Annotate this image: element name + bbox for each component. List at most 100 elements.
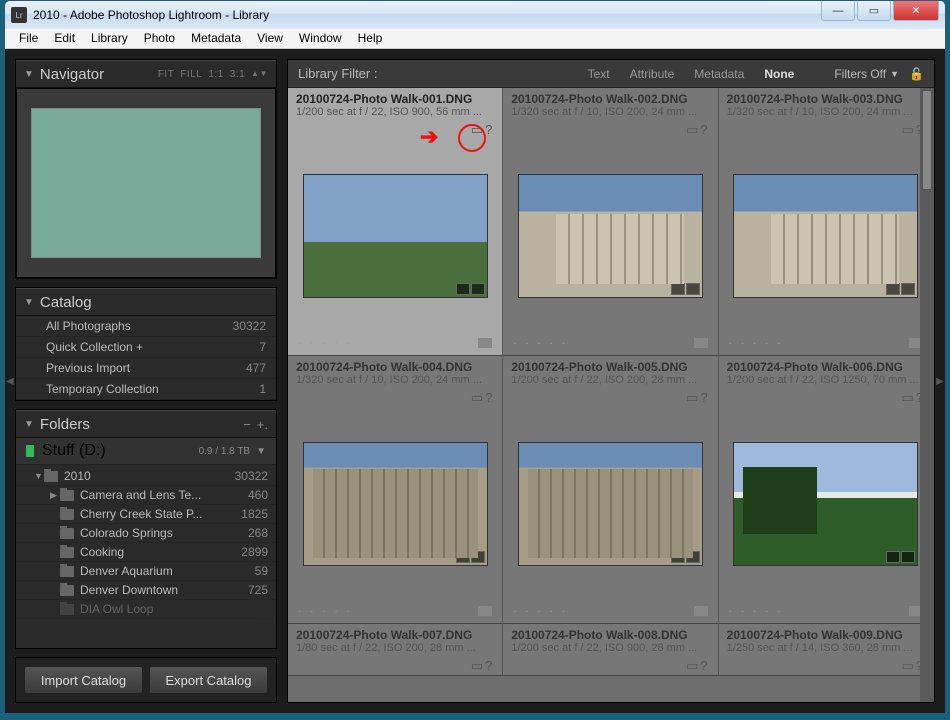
folders-header[interactable]: ▼ Folders − +.: [16, 410, 276, 438]
chevron-right-icon[interactable]: ▶: [50, 490, 60, 501]
metadata-unknown-icon[interactable]: ?: [485, 122, 492, 138]
navigator-preview[interactable]: [16, 88, 276, 278]
rating-dots[interactable]: · · · · ·: [729, 338, 784, 349]
metadata-unknown-icon[interactable]: ?: [485, 658, 492, 674]
window-close-button[interactable]: ✕: [893, 1, 939, 21]
filter-tab-text[interactable]: Text: [588, 67, 610, 81]
volume-capacity: 0.9 / 1.8 TB: [199, 446, 251, 457]
folder-item[interactable]: Denver Aquarium59: [16, 562, 276, 581]
metadata-status-icon[interactable]: ▭: [686, 658, 698, 674]
thumbnail-cell[interactable]: 20100724-Photo Walk-003.DNG1/320 sec at …: [719, 88, 934, 356]
rating-dots[interactable]: · · · · ·: [513, 606, 568, 617]
folder-root[interactable]: ▼ 201030322: [16, 467, 276, 486]
grid-scrollbar[interactable]: [920, 88, 934, 702]
volume-name: Stuff (D:): [42, 442, 106, 460]
menu-view[interactable]: View: [249, 29, 291, 48]
lock-icon[interactable]: 🔓: [909, 67, 924, 81]
thumbnail-image[interactable]: [518, 174, 703, 298]
thumbnail-cell[interactable]: 20100724-Photo Walk-002.DNG1/320 sec at …: [503, 88, 718, 356]
filter-tab-attribute[interactable]: Attribute: [630, 67, 675, 81]
menu-photo[interactable]: Photo: [136, 29, 183, 48]
thumbnail-image[interactable]: [733, 174, 918, 298]
color-label[interactable]: [694, 338, 708, 348]
folder-item[interactable]: Cherry Creek State P...1825: [16, 505, 276, 524]
catalog-item-all[interactable]: All Photographs30322: [16, 316, 276, 337]
metadata-status-icon[interactable]: ▭: [686, 390, 698, 406]
color-label[interactable]: [478, 338, 492, 348]
thumbnail-image[interactable]: [518, 442, 703, 566]
folder-item[interactable]: ▶Camera and Lens Te...460: [16, 486, 276, 505]
folder-remove-icon[interactable]: −: [243, 417, 251, 432]
nav-mode-1to1[interactable]: 1:1: [208, 69, 223, 80]
menu-window[interactable]: Window: [291, 29, 350, 48]
metadata-unknown-icon[interactable]: ?: [700, 122, 707, 138]
filter-label: Library Filter :: [298, 66, 377, 81]
right-panel-toggle[interactable]: ▶: [935, 357, 945, 405]
navigator-header[interactable]: ▼ Navigator FIT FILL 1:1 3:1 ▲▼: [16, 60, 276, 88]
thumbnail-filename: 20100724-Photo Walk-004.DNG: [296, 360, 494, 374]
folder-item[interactable]: DIA Owl Loop: [16, 600, 276, 619]
thumbnail-image[interactable]: [303, 174, 488, 298]
thumbnail-cell[interactable]: 20100724-Photo Walk-009.DNG1/250 sec at …: [719, 624, 934, 676]
export-catalog-button[interactable]: Export Catalog: [149, 666, 268, 694]
catalog-item-previous[interactable]: Previous Import477: [16, 358, 276, 379]
menu-file[interactable]: File: [11, 29, 46, 48]
filter-tab-none[interactable]: None: [764, 67, 794, 81]
folder-item[interactable]: Denver Downtown725: [16, 581, 276, 600]
volume-row[interactable]: Stuff (D:) 0.9 / 1.8 TB ▼: [16, 438, 276, 465]
rating-dots[interactable]: · · · · ·: [298, 606, 353, 617]
import-catalog-button[interactable]: Import Catalog: [24, 666, 143, 694]
folder-item[interactable]: Colorado Springs268: [16, 524, 276, 543]
nav-mode-3to1[interactable]: 3:1: [230, 69, 245, 80]
badge-icon: [671, 283, 685, 295]
metadata-unknown-icon[interactable]: ?: [700, 658, 707, 674]
window-minimize-button[interactable]: —: [821, 1, 855, 21]
folder-add-icon[interactable]: +.: [257, 417, 268, 432]
folder-icon: [60, 547, 74, 558]
folder-item[interactable]: Cooking2899: [16, 543, 276, 562]
nav-mode-fill[interactable]: FILL: [180, 69, 202, 80]
menu-library[interactable]: Library: [83, 29, 136, 48]
scrollbar-thumb[interactable]: [922, 90, 932, 190]
window-maximize-button[interactable]: ▭: [857, 1, 891, 21]
thumbnail-image[interactable]: [303, 442, 488, 566]
thumbnail-cell[interactable]: 20100724-Photo Walk-001.DNG1/200 sec at …: [288, 88, 503, 356]
nav-mode-fit[interactable]: FIT: [158, 69, 175, 80]
thumbnail-cell[interactable]: 20100724-Photo Walk-005.DNG1/200 sec at …: [503, 356, 718, 624]
catalog-item-quick[interactable]: Quick Collection +7: [16, 337, 276, 358]
metadata-unknown-icon[interactable]: ?: [700, 390, 707, 406]
thumbnail-cell[interactable]: 20100724-Photo Walk-006.DNG1/200 sec at …: [719, 356, 934, 624]
rating-dots[interactable]: · · · · ·: [729, 606, 784, 617]
menu-help[interactable]: Help: [350, 29, 391, 48]
metadata-status-icon[interactable]: ▭: [471, 658, 483, 674]
thumbnail-grid[interactable]: 20100724-Photo Walk-001.DNG1/200 sec at …: [288, 88, 934, 702]
menu-edit[interactable]: Edit: [46, 29, 83, 48]
metadata-status-icon[interactable]: ▭: [471, 122, 483, 138]
thumbnail-image[interactable]: [733, 442, 918, 566]
metadata-status-icon[interactable]: ▭: [901, 390, 913, 406]
rating-dots[interactable]: · · · · ·: [513, 338, 568, 349]
thumbnail-cell[interactable]: 20100724-Photo Walk-007.DNG1/80 sec at f…: [288, 624, 503, 676]
metadata-status-icon[interactable]: ▭: [471, 390, 483, 406]
menu-metadata[interactable]: Metadata: [183, 29, 249, 48]
thumbnail-cell[interactable]: 20100724-Photo Walk-004.DNG1/320 sec at …: [288, 356, 503, 624]
metadata-status-icon[interactable]: ▭: [901, 658, 913, 674]
thumbnail-cell[interactable]: 20100724-Photo Walk-008.DNG1/200 sec at …: [503, 624, 718, 676]
chevron-down-icon[interactable]: ▼: [256, 446, 266, 457]
rating-dots[interactable]: · · · · ·: [298, 338, 353, 349]
chevron-down-icon[interactable]: ▼: [34, 471, 44, 481]
filters-off-toggle[interactable]: Filters Off ▼: [834, 67, 899, 81]
metadata-status-icon[interactable]: ▭: [901, 122, 913, 138]
badge-icon: [471, 551, 485, 563]
chevron-expand-icon[interactable]: ▲▼: [251, 69, 268, 80]
metadata-unknown-icon[interactable]: ?: [485, 390, 492, 406]
color-label[interactable]: [478, 606, 492, 616]
window-title: 2010 - Adobe Photoshop Lightroom - Libra…: [33, 8, 269, 22]
catalog-item-temp[interactable]: Temporary Collection1: [16, 379, 276, 400]
metadata-status-icon[interactable]: ▭: [686, 122, 698, 138]
left-panel-toggle[interactable]: ◀: [5, 357, 15, 405]
filter-tab-metadata[interactable]: Metadata: [694, 67, 744, 81]
color-label[interactable]: [694, 606, 708, 616]
catalog-header[interactable]: ▼ Catalog: [16, 288, 276, 316]
window-titlebar[interactable]: Lr 2010 - Adobe Photoshop Lightroom - Li…: [5, 1, 945, 29]
